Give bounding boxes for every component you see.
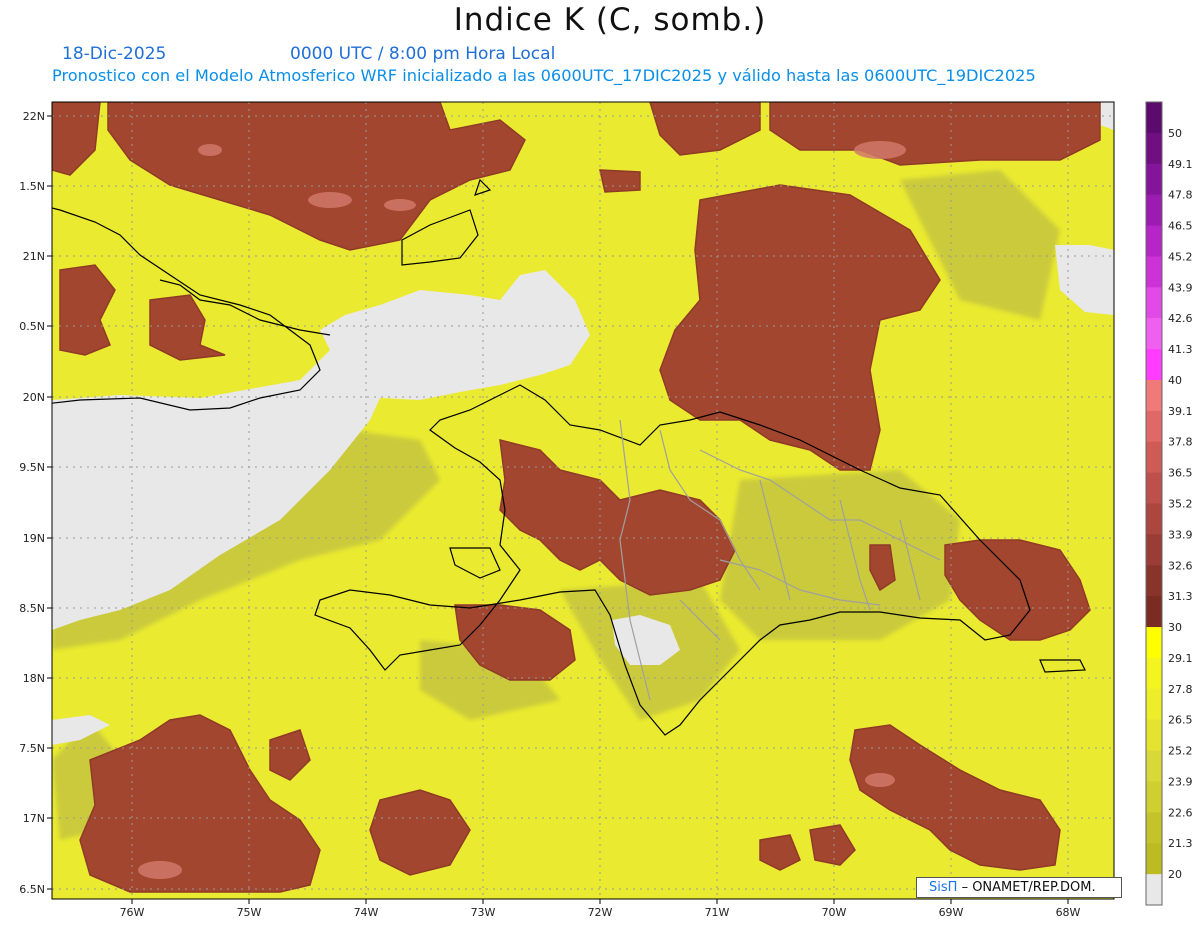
colorbar-label: 43.9	[1168, 281, 1193, 294]
colorbar-label: 37.8	[1168, 436, 1193, 449]
colorbar-swatch	[1146, 503, 1162, 535]
lon-tick: 76W	[120, 906, 145, 919]
colorbar-label: 22.6	[1168, 806, 1193, 819]
lon-tick: 75W	[237, 906, 262, 919]
colorbar-label: 50	[1168, 127, 1182, 140]
lon-tick: 72W	[588, 906, 613, 919]
colorbar-swatch	[1146, 194, 1162, 227]
colorbar-label: 31.3	[1168, 590, 1193, 603]
colorbar-label: 32.6	[1168, 559, 1193, 572]
colorbar-label: 20	[1168, 868, 1182, 881]
colorbar-swatch	[1146, 225, 1162, 257]
colorbar-label: 33.9	[1168, 528, 1193, 541]
colorbar-label: 39.1	[1168, 405, 1193, 418]
credit-box: SisΠ – ONAMET/REP.DOM.	[916, 877, 1122, 898]
lat-tick: 9.5N	[19, 461, 45, 474]
credit-brand: SisΠ	[929, 880, 958, 895]
colorbar-swatch	[1146, 163, 1162, 196]
colorbar: 50 49.1 47.8 46.5 45.2 43.9 42.6 41.3 40 39.1 37.8…	[1145, 101, 1193, 906]
lat-tick: 17N	[23, 812, 45, 825]
colorbar-swatch	[1146, 349, 1162, 381]
colorbar-swatch	[1146, 379, 1162, 412]
lat-tick: 20N	[23, 391, 45, 404]
colorbar-label: 41.3	[1168, 343, 1193, 356]
lat-tick: 7.5N	[19, 742, 45, 755]
colorbar-swatch	[1146, 318, 1162, 350]
lon-tick: 68W	[1056, 906, 1081, 919]
colorbar-swatch	[1146, 410, 1162, 443]
colorbar-swatch	[1146, 657, 1162, 690]
colorbar-label: 23.9	[1168, 775, 1193, 788]
colorbar-label: 47.8	[1168, 189, 1193, 202]
colorbar-swatch	[1146, 132, 1162, 165]
colorbar-label: 49.1	[1168, 158, 1193, 171]
colorbar-swatch	[1146, 627, 1162, 659]
colorbar-swatch	[1146, 843, 1162, 875]
colorbar-swatch	[1146, 812, 1162, 844]
lon-tick: 73W	[471, 906, 496, 919]
colorbar-swatch	[1146, 688, 1162, 721]
colorbar-label: 36.5	[1168, 467, 1193, 480]
colorbar-swatch	[1146, 472, 1162, 504]
colorbar-label: 40	[1168, 374, 1182, 387]
colorbar-swatch	[1146, 256, 1162, 288]
colorbar-label: 30	[1168, 621, 1182, 634]
lat-tick: 21N	[23, 250, 45, 263]
colorbar-label: 25.2	[1168, 745, 1193, 758]
colorbar-swatch	[1146, 565, 1162, 597]
colorbar-swatch	[1146, 534, 1162, 566]
lat-tick: 1.5N	[19, 180, 45, 193]
lat-tick-marks	[47, 115, 52, 890]
colorbar-label: 21.3	[1168, 837, 1193, 850]
colorbar-swatch	[1146, 441, 1162, 474]
lon-tick: 71W	[705, 906, 730, 919]
colorbar-label: 29.1	[1168, 652, 1193, 665]
lon-tick: 70W	[822, 906, 847, 919]
lon-axis: 76W 75W 74W 73W 72W 71W 70W 69W 68W	[120, 906, 1081, 919]
lon-tick: 74W	[354, 906, 379, 919]
colorbar-swatch	[1146, 781, 1162, 813]
k-index-field	[52, 102, 1114, 899]
colorbar-swatch	[1146, 596, 1162, 628]
lat-axis: 22N 1.5N 21N 0.5N 20N 9.5N 19N 8.5N 18N …	[19, 110, 45, 896]
lat-tick: 19N	[23, 532, 45, 545]
lon-tick-marks	[131, 899, 1069, 904]
colorbar-label: 46.5	[1168, 220, 1193, 233]
lat-tick: 22N	[23, 110, 45, 123]
lat-tick: 18N	[23, 672, 45, 685]
colorbar-label: 35.2	[1168, 498, 1193, 511]
lat-tick: 6.5N	[19, 883, 45, 896]
colorbar-swatch	[1146, 102, 1162, 134]
lat-tick: 8.5N	[19, 602, 45, 615]
colorbar-label: 45.2	[1168, 250, 1193, 263]
colorbar-swatch	[1146, 287, 1162, 319]
colorbar-swatch	[1146, 874, 1162, 906]
k-index-map: 22N 1.5N 21N 0.5N 20N 9.5N 19N 8.5N 18N …	[19, 101, 1193, 919]
colorbar-label: 27.8	[1168, 683, 1193, 696]
colorbar-swatch	[1146, 750, 1162, 782]
colorbar-label: 42.6	[1168, 312, 1193, 325]
credit-text: – ONAMET/REP.DOM.	[961, 880, 1096, 895]
colorbar-label: 26.5	[1168, 714, 1193, 727]
lat-tick: 0.5N	[19, 320, 45, 333]
colorbar-swatch	[1146, 719, 1162, 752]
lon-tick: 69W	[939, 906, 964, 919]
